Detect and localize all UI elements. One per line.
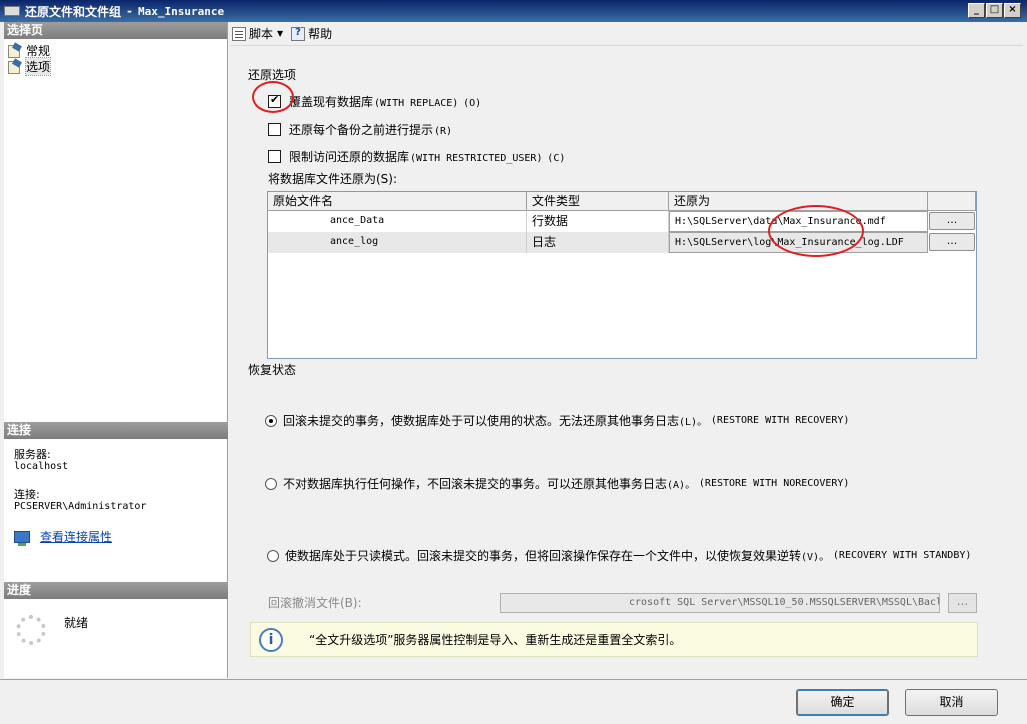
restricted-user-label: 限制访问还原的数据库 [289, 150, 410, 164]
window-db-name: Max_Insurance [138, 4, 225, 18]
col-restore-as[interactable]: 还原为 [669, 192, 928, 211]
app-icon [4, 6, 20, 16]
option-restricted-user[interactable]: 限制访问还原的数据库(WITH RESTRICTED_USER) (C) [268, 148, 565, 165]
radio-restore-with-norecovery[interactable]: 不对数据库执行任何操作，不回滚未提交的事务。可以还原其他事务日志 (A)。 (RE… [265, 475, 849, 492]
col-browse [928, 192, 976, 211]
undo-file-field[interactable]: crosoft SQL Server\MSSQL10_50.MSSQLSERVE… [500, 593, 940, 613]
script-button[interactable]: 脚本 ▼ [232, 25, 283, 42]
select-page-header: 选择页 [4, 22, 227, 39]
chevron-down-icon[interactable]: ▼ [277, 29, 283, 38]
with-replace-key: (O) [463, 98, 482, 109]
restore-options-header: 还原选项 [248, 68, 297, 82]
progress-section: 进度 就绪 [4, 582, 228, 655]
info-text: “全文升级选项”服务器属性控制是导入、重新生成还是重置全文索引。 [309, 633, 682, 647]
progress-spinner-icon [16, 615, 46, 645]
radio-restore-with-recovery[interactable]: 回滚未提交的事务，使数据库处于可以使用的状态。无法还原其他事务日志 (L)。 (R… [265, 412, 849, 429]
close-button[interactable]: × [1004, 3, 1021, 18]
help-button[interactable]: 帮助 [291, 25, 332, 42]
cancel-button[interactable]: 取消 [905, 689, 998, 716]
title-bar: 还原文件和文件组 - Max_Insurance _ □ × [0, 0, 1027, 22]
files-grid: 原始文件名 文件类型 还原为 ance_Data 行数据 H:\SQLServe… [267, 191, 977, 359]
help-label: 帮助 [308, 27, 333, 41]
option-with-replace[interactable]: 覆盖现有数据库(WITH REPLACE) (O) [268, 93, 481, 110]
prompt-before-restore-checkbox[interactable] [268, 123, 281, 136]
page-item-options[interactable]: 选项 [4, 56, 227, 76]
col-file-type[interactable]: 文件类型 [527, 192, 669, 211]
browse-button[interactable]: ... [929, 212, 975, 230]
page-icon [8, 44, 22, 58]
info-icon: i [259, 627, 283, 652]
recovery-with-standby-label: 使数据库处于只读模式。回滚未提交的事务，但将回滚操作保存在一个文件中，以使恢复效… [285, 549, 802, 563]
prompt-before-restore-label: 还原每个备份之前进行提示 [289, 123, 434, 137]
ok-button[interactable]: 确定 [796, 689, 889, 716]
table-row[interactable]: ance_Data 行数据 H:\SQLServer\data\Max_Insu… [268, 211, 976, 232]
restore-files-as-label: 将数据库文件还原为(S): [268, 172, 398, 186]
file-type-cell: 行数据 [527, 211, 669, 232]
script-label: 脚本 [249, 27, 274, 41]
radio-recovery-with-standby[interactable]: 使数据库处于只读模式。回滚未提交的事务，但将回滚操作保存在一个文件中，以使恢复效… [267, 547, 971, 564]
original-file-name-cell: ance_Data [268, 211, 527, 232]
connection-properties-icon [14, 531, 30, 546]
script-icon [232, 26, 246, 41]
footer-divider [0, 679, 1027, 680]
recovery-with-standby-code: (RECOVERY WITH STANDBY) [832, 550, 972, 561]
restore-with-recovery-label: 回滚未提交的事务，使数据库处于可以使用的状态。无法还原其他事务日志 [283, 414, 680, 428]
left-panel: 选择页 常规 选项 连接 服务器: localhost 连接: PCSERVER… [4, 22, 228, 678]
undo-file-label: 回滚撤消文件(B): [268, 596, 362, 610]
restore-with-recovery-code: (RESTORE WITH RECOVERY) [710, 415, 850, 426]
view-connection-properties-label: 查看连接属性 [40, 530, 113, 544]
connection-value: PCSERVER\Administrator [14, 501, 147, 512]
col-original-file-name[interactable]: 原始文件名 [268, 192, 527, 211]
with-replace-label: 覆盖现有数据库 [289, 95, 374, 109]
recovery-with-standby-key: (V)。 [801, 552, 830, 563]
info-bar: i “全文升级选项”服务器属性控制是导入、重新生成还是重置全文索引。 [250, 622, 978, 657]
restore-with-norecovery-radio[interactable] [265, 477, 277, 490]
recovery-with-standby-radio[interactable] [267, 549, 279, 562]
server-label: 服务器: [14, 448, 51, 461]
server-value: localhost [14, 461, 69, 472]
restricted-user-checkbox[interactable] [268, 150, 281, 163]
restore-with-norecovery-label: 不对数据库执行任何操作，不回滚未提交的事务。可以还原其他事务日志 [283, 477, 668, 491]
with-replace-checkbox[interactable] [268, 93, 281, 108]
restore-with-norecovery-code: (RESTORE WITH NORECOVERY) [698, 478, 850, 489]
title-separator: - [127, 4, 132, 18]
progress-header: 进度 [4, 582, 228, 599]
file-type-cell: 日志 [527, 232, 669, 253]
progress-status: 就绪 [64, 616, 89, 630]
view-connection-properties-link[interactable]: 查看连接属性 [14, 530, 218, 546]
help-icon [291, 26, 306, 41]
connection-section: 连接 服务器: localhost 连接: PCSERVER\Administr… [4, 422, 228, 551]
toolbar: 脚本 ▼ 帮助 [230, 22, 1023, 46]
maximize-button[interactable]: □ [986, 3, 1003, 18]
page-label-general: 常规 [26, 43, 51, 58]
page-item-general[interactable]: 常规 [4, 42, 227, 58]
restore-with-recovery-key: (L)。 [679, 417, 708, 428]
browse-button[interactable]: ... [929, 233, 975, 251]
restore-with-norecovery-key: (A)。 [667, 480, 696, 491]
prompt-before-restore-key: (R) [434, 126, 453, 137]
restore-with-recovery-radio[interactable] [265, 414, 277, 427]
table-row[interactable]: ance_log 日志 H:\SQLServer\log\Max_Insuran… [268, 232, 976, 253]
minimize-button[interactable]: _ [968, 3, 985, 18]
connection-label: 连接: [14, 488, 40, 501]
undo-file-browse-button[interactable]: ... [948, 593, 977, 613]
option-prompt-before-restore[interactable]: 还原每个备份之前进行提示(R) [268, 121, 452, 138]
grid-header: 原始文件名 文件类型 还原为 [268, 192, 976, 211]
window-title: 还原文件和文件组 [25, 4, 122, 19]
connection-header: 连接 [4, 422, 228, 439]
restricted-user-code: (WITH RESTRICTED_USER) [410, 153, 543, 164]
with-replace-code: (WITH REPLACE) [374, 98, 459, 109]
page-icon [8, 60, 22, 74]
recovery-state-header: 恢复状态 [248, 363, 297, 377]
page-label-options: 选项 [24, 56, 52, 76]
restore-as-cell[interactable]: H:\SQLServer\data\Max_Insurance.mdf [669, 211, 928, 232]
restore-as-cell[interactable]: H:\SQLServer\log\Max_Insurance_log.LDF [669, 232, 928, 253]
original-file-name-cell: ance_log [268, 232, 527, 253]
restricted-user-key: (C) [547, 153, 566, 164]
